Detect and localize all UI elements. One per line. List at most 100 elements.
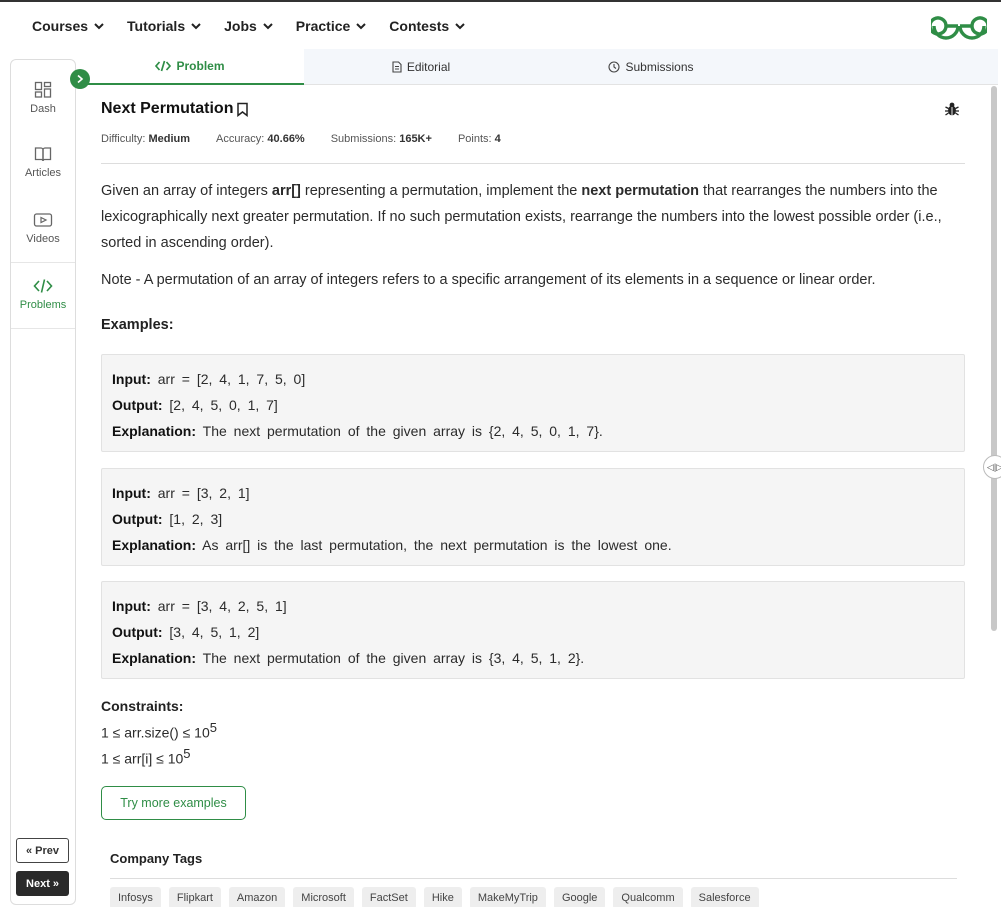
panel-resize-handle[interactable]: ◁|▷ bbox=[983, 455, 1001, 479]
clock-icon bbox=[608, 61, 621, 73]
company-tag[interactable]: Hike bbox=[423, 887, 462, 907]
company-tag[interactable]: Amazon bbox=[228, 887, 286, 907]
divider bbox=[101, 163, 965, 164]
input-value: arr = [3, 2, 1] bbox=[157, 485, 250, 501]
expand-sidebar-button[interactable] bbox=[70, 69, 90, 89]
sidebar-item-videos[interactable]: Videos bbox=[11, 211, 75, 245]
problem-title: Next Permutation bbox=[101, 100, 234, 117]
example-input: Input: arr = [3, 4, 2, 5, 1] bbox=[112, 593, 954, 619]
chevron-down-icon bbox=[94, 23, 104, 30]
output-value: [1, 2, 3] bbox=[169, 511, 223, 527]
sidebar-item-problems[interactable]: Problems bbox=[11, 262, 75, 329]
chevron-down-icon bbox=[455, 23, 465, 30]
nav-practice[interactable]: Practice bbox=[296, 18, 367, 34]
tab-label: Submissions bbox=[625, 60, 694, 74]
sidebar-item-label: Videos bbox=[26, 233, 60, 245]
tab-problem[interactable]: Problem bbox=[76, 49, 304, 85]
prev-button[interactable]: «Prev bbox=[16, 838, 69, 863]
example-block: Input: arr = [3, 4, 2, 5, 1] Output: [3,… bbox=[101, 581, 965, 679]
problem-meta: Difficulty: Medium Accuracy: 40.66% Subm… bbox=[101, 133, 527, 145]
input-label: Input: bbox=[112, 598, 151, 614]
nav-label: Practice bbox=[295, 18, 351, 34]
explanation-label: Explanation: bbox=[112, 650, 197, 666]
submissions-value: 165K+ bbox=[399, 133, 432, 145]
points-label: Points: bbox=[457, 133, 492, 145]
submissions-meta: Submissions: 165K+ bbox=[331, 133, 432, 145]
sidebar-item-dash[interactable]: Dash bbox=[11, 81, 75, 115]
tab-editorial[interactable]: Editorial bbox=[304, 49, 538, 85]
constraint-text: 1 ≤ arr.size() ≤ 10 bbox=[101, 724, 210, 741]
constraint-item: 1 ≤ arr[i] ≤ 105 bbox=[101, 746, 191, 767]
sidebar-item-label: Problems bbox=[19, 299, 67, 311]
document-icon bbox=[392, 61, 402, 73]
explanation-label: Explanation: bbox=[112, 423, 197, 439]
company-tag[interactable]: Microsoft bbox=[293, 887, 354, 907]
chevron-down-icon bbox=[263, 23, 273, 30]
bookmark-icon[interactable] bbox=[236, 102, 249, 117]
left-sidebar: Dash Articles Videos Problems bbox=[10, 59, 76, 905]
chevron-down-icon bbox=[356, 23, 366, 30]
example-output: Output: [2, 4, 5, 0, 1, 7] bbox=[112, 392, 954, 418]
nav-courses[interactable]: Courses bbox=[32, 18, 105, 34]
examples-heading: Examples: bbox=[101, 317, 174, 333]
example-input: Input: arr = [3, 2, 1] bbox=[112, 480, 954, 506]
try-more-examples-button[interactable]: Try more examples bbox=[101, 786, 246, 820]
nav-label: Jobs bbox=[224, 18, 257, 34]
nav-label: Tutorials bbox=[127, 18, 186, 34]
constraints-heading: Constraints: bbox=[101, 698, 184, 714]
constraint-exponent: 5 bbox=[209, 720, 217, 735]
next-label: Next bbox=[26, 877, 50, 890]
example-explanation: Explanation: As arr[] is the last permut… bbox=[112, 532, 954, 558]
title-row: Next Permutation bbox=[101, 100, 249, 118]
divider bbox=[110, 878, 957, 879]
company-tag[interactable]: Flipkart bbox=[168, 887, 221, 907]
next-button[interactable]: Next» bbox=[16, 871, 69, 896]
nav-label: Courses bbox=[32, 18, 89, 34]
nav-jobs[interactable]: Jobs bbox=[224, 18, 274, 34]
points-value: 4 bbox=[494, 133, 501, 145]
desc-text: representing a permutation, implement th… bbox=[300, 183, 582, 199]
tab-label: Problem bbox=[176, 59, 225, 73]
company-tag[interactable]: Salesforce bbox=[690, 887, 759, 907]
video-icon bbox=[33, 213, 53, 227]
input-label: Input: bbox=[112, 371, 151, 387]
desc-bold: next permutation bbox=[581, 183, 699, 199]
company-tag[interactable]: MakeMyTrip bbox=[469, 887, 546, 907]
code-icon bbox=[33, 279, 53, 293]
constraint-text: 1 ≤ arr[i] ≤ 10 bbox=[101, 750, 184, 767]
difficulty-value: Medium bbox=[148, 133, 191, 145]
tab-submissions[interactable]: Submissions bbox=[538, 49, 764, 85]
problem-description: Given an array of integers arr[] represe… bbox=[101, 178, 965, 256]
sidebar-item-articles[interactable]: Articles bbox=[11, 145, 75, 179]
company-tag[interactable]: Qualcomm bbox=[613, 887, 683, 907]
company-tags-heading: Company Tags bbox=[110, 851, 203, 866]
difficulty-label: Difficulty: bbox=[101, 133, 146, 145]
gfg-logo-icon[interactable] bbox=[931, 12, 987, 40]
output-label: Output: bbox=[112, 511, 163, 527]
example-output: Output: [3, 4, 5, 1, 2] bbox=[112, 619, 954, 645]
problem-note: Note - A permutation of an array of inte… bbox=[101, 272, 876, 288]
company-tag[interactable]: FactSet bbox=[361, 887, 416, 907]
example-explanation: Explanation: The next permutation of the… bbox=[112, 645, 954, 671]
company-tag[interactable]: Google bbox=[553, 887, 606, 907]
vertical-scrollbar[interactable] bbox=[991, 86, 997, 631]
accuracy-value: 40.66% bbox=[267, 133, 305, 145]
points-meta: Points: 4 bbox=[458, 133, 501, 145]
nav-contests[interactable]: Contests bbox=[389, 18, 466, 34]
difficulty-meta: Difficulty: Medium bbox=[101, 133, 190, 145]
accuracy-meta: Accuracy: 40.66% bbox=[216, 133, 305, 145]
output-value: [3, 4, 5, 1, 2] bbox=[169, 624, 260, 640]
report-bug-icon[interactable] bbox=[944, 101, 960, 117]
tab-label: Editorial bbox=[406, 60, 451, 74]
problem-tabs: Problem Editorial Submissions bbox=[76, 49, 998, 85]
company-tag[interactable]: Infosys bbox=[110, 887, 161, 907]
example-input: Input: arr = [2, 4, 1, 7, 5, 0] bbox=[112, 366, 954, 392]
chevron-down-icon bbox=[191, 23, 201, 30]
example-output: Output: [1, 2, 3] bbox=[112, 506, 954, 532]
constraint-exponent: 5 bbox=[183, 746, 191, 761]
desc-text: Given an array of integers bbox=[101, 183, 272, 199]
nav-tutorials[interactable]: Tutorials bbox=[127, 18, 202, 34]
output-label: Output: bbox=[112, 624, 163, 640]
sidebar-item-label: Articles bbox=[24, 167, 62, 179]
input-value: arr = [3, 4, 2, 5, 1] bbox=[157, 598, 287, 614]
